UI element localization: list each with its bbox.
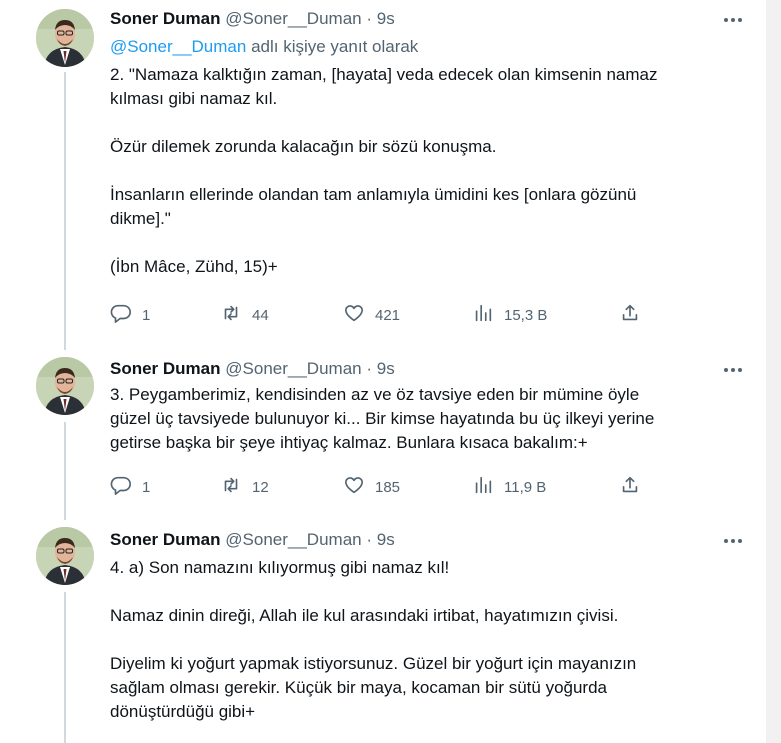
- share-icon: [619, 474, 641, 500]
- tweet-header: Soner Duman @Soner__Duman · 9s: [110, 530, 395, 550]
- views-button[interactable]: 11,9 B: [472, 475, 546, 499]
- reply-icon: [110, 302, 132, 328]
- like-button[interactable]: 421: [343, 303, 400, 327]
- tweet-actions: 1 12 185 11,9 B: [110, 475, 670, 499]
- replying-label: adlı kişiye yanıt olarak: [246, 37, 419, 56]
- timestamp[interactable]: 9s: [377, 530, 395, 549]
- tweet-header: Soner Duman @Soner__Duman · 9s: [110, 9, 395, 29]
- share-button[interactable]: [619, 475, 641, 499]
- replying-to: @Soner__Duman adlı kişiye yanıt olarak: [110, 37, 418, 57]
- avatar[interactable]: [36, 357, 94, 415]
- reply-count: 1: [142, 478, 151, 496]
- user-handle[interactable]: @Soner__Duman: [225, 530, 361, 549]
- more-icon[interactable]: [720, 360, 746, 380]
- separator: ·: [366, 530, 373, 549]
- scrollbar[interactable]: [766, 0, 781, 743]
- reply-button[interactable]: 1: [110, 303, 150, 327]
- thread-line: [64, 72, 66, 350]
- user-handle[interactable]: @Soner__Duman: [225, 359, 361, 378]
- tweet[interactable]: Soner Duman @Soner__Duman · 9s 4. a) Son…: [0, 520, 766, 743]
- tweet-text: 2. "Namaza kalktığın zaman, [hayata] ved…: [110, 65, 658, 276]
- like-icon: [343, 302, 365, 328]
- views-count: 11,9 B: [504, 478, 547, 496]
- views-button[interactable]: 15,3 B: [472, 303, 547, 327]
- retweet-icon: [220, 302, 242, 328]
- views-icon: [472, 302, 494, 328]
- reply-count: 1: [142, 306, 151, 324]
- tweet[interactable]: Soner Duman @Soner__Duman · 9s @Soner__D…: [0, 0, 766, 350]
- avatar[interactable]: [36, 9, 94, 67]
- reply-button[interactable]: 1: [110, 475, 150, 499]
- retweet-count: 12: [252, 478, 269, 496]
- thread-line: [64, 592, 66, 743]
- reply-icon: [110, 474, 132, 500]
- retweet-button[interactable]: 12: [220, 475, 269, 499]
- like-button[interactable]: 185: [343, 475, 400, 499]
- share-button[interactable]: [619, 303, 641, 327]
- views-count: 15,3 B: [504, 306, 548, 324]
- separator: ·: [366, 359, 373, 378]
- tweet-text: 4. a) Son namazını kılıyormuş gibi namaz…: [110, 558, 637, 721]
- display-name[interactable]: Soner Duman: [110, 359, 221, 378]
- retweet-button[interactable]: 44: [220, 303, 269, 327]
- user-handle[interactable]: @Soner__Duman: [225, 9, 361, 28]
- display-name[interactable]: Soner Duman: [110, 9, 221, 28]
- like-icon: [343, 474, 365, 500]
- separator: ·: [366, 9, 373, 28]
- tweet-actions: 1 44 421 15,3 B: [110, 303, 670, 327]
- display-name[interactable]: Soner Duman: [110, 530, 221, 549]
- like-count: 421: [375, 306, 401, 324]
- views-icon: [472, 474, 494, 500]
- avatar[interactable]: [36, 527, 94, 585]
- thread-line: [64, 422, 66, 520]
- tweet-header: Soner Duman @Soner__Duman · 9s: [110, 359, 395, 379]
- more-icon[interactable]: [720, 10, 746, 30]
- share-icon: [619, 302, 641, 328]
- replying-mention-link[interactable]: @Soner__Duman: [110, 37, 246, 56]
- tweet-text: 3. Peygamberimiz, kendisinden az ve öz t…: [110, 385, 655, 452]
- more-icon[interactable]: [720, 531, 746, 551]
- retweet-count: 44: [252, 306, 269, 324]
- retweet-icon: [220, 474, 242, 500]
- like-count: 185: [375, 478, 401, 496]
- tweet[interactable]: Soner Duman @Soner__Duman · 9s 3. Peygam…: [0, 350, 766, 520]
- timestamp[interactable]: 9s: [377, 9, 395, 28]
- timestamp[interactable]: 9s: [377, 359, 395, 378]
